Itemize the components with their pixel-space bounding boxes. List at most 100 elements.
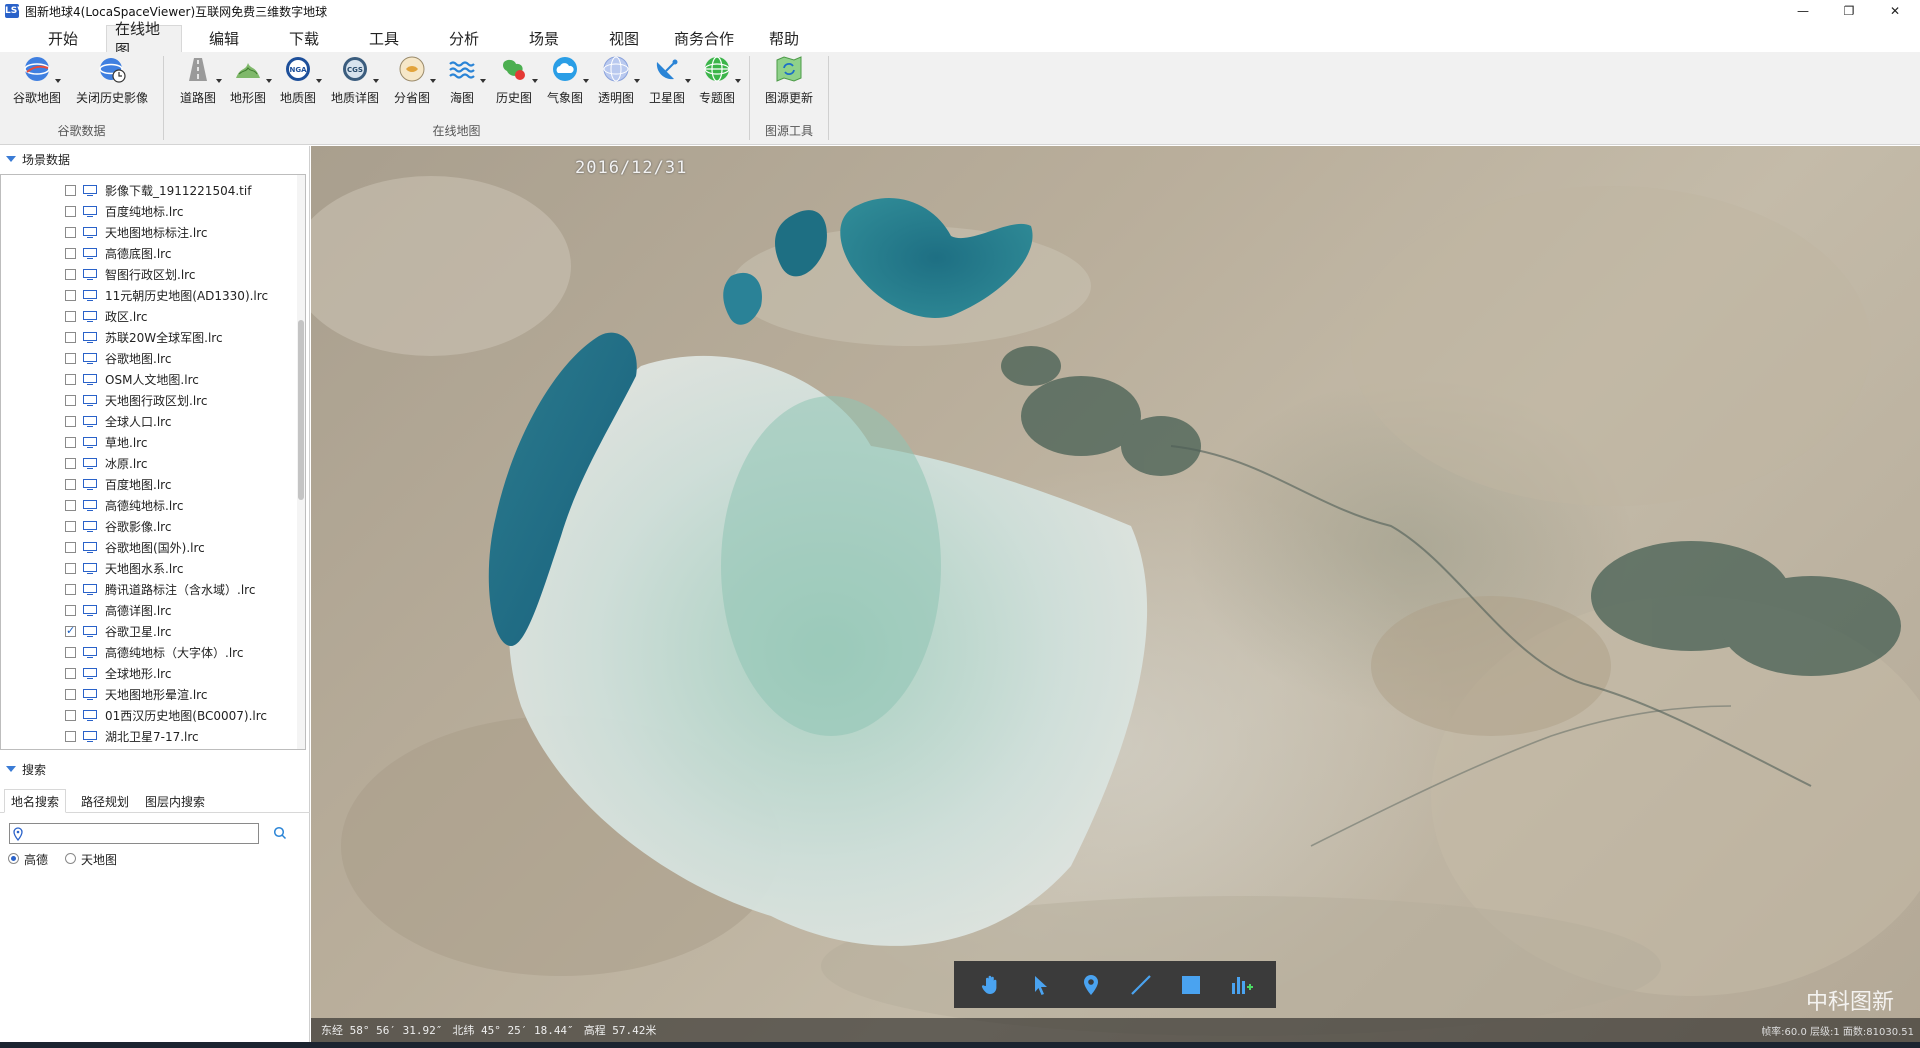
tab-layer-search[interactable]: 图层内搜索: [139, 789, 211, 813]
layer-item[interactable]: 01西汉历史地图(BC0007).lrc: [1, 705, 291, 726]
dropdown-caret-icon[interactable]: [430, 79, 436, 83]
map-source-update-button[interactable]: 图源更新: [763, 54, 815, 108]
map-viewport[interactable]: 2016/12/31 中科图新 东经 58° 56′ 31.92″ 北纬 45°…: [311, 146, 1920, 1042]
dropdown-caret-icon[interactable]: [55, 79, 61, 83]
layer-checkbox[interactable]: [65, 624, 76, 637]
dropdown-caret-icon[interactable]: [634, 79, 640, 83]
province-map-button[interactable]: 分省图: [392, 54, 436, 108]
select-button[interactable]: [1016, 961, 1066, 1008]
dropdown-caret-icon[interactable]: [266, 79, 272, 83]
layer-item[interactable]: 百度纯地标.lrc: [1, 201, 291, 222]
close-history-imagery-button[interactable]: 关闭历史影像: [74, 54, 150, 108]
layer-checkbox[interactable]: [65, 185, 76, 196]
layer-item[interactable]: 高德底图.lrc: [1, 243, 291, 264]
search-input[interactable]: [26, 825, 254, 842]
road-map-button[interactable]: 道路图: [178, 54, 222, 108]
layer-checkbox[interactable]: [65, 731, 76, 742]
search-icon[interactable]: [273, 826, 287, 840]
layer-checkbox[interactable]: [65, 710, 76, 721]
layer-item[interactable]: 谷歌卫星.lrc: [1, 621, 291, 642]
layer-checkbox[interactable]: [65, 374, 76, 385]
layer-item[interactable]: 天地图行政区划.lrc: [1, 390, 291, 411]
layer-item[interactable]: 高德纯地标.lrc: [1, 495, 291, 516]
layer-item[interactable]: 影像下载_1911221504.tif: [1, 180, 291, 201]
geology-detail-map-button[interactable]: CGS 地质详图: [329, 54, 381, 108]
layer-checkbox[interactable]: [65, 668, 76, 679]
satellite-map-button[interactable]: 卫星图: [647, 54, 691, 108]
layer-checkbox[interactable]: [65, 500, 76, 511]
dropdown-caret-icon[interactable]: [583, 79, 589, 83]
menu-tab-scene[interactable]: 场景: [521, 25, 567, 52]
add-chart-button[interactable]: [1216, 961, 1266, 1008]
layer-checkbox[interactable]: [65, 605, 76, 616]
layer-item[interactable]: 湖北卫星7-17.lrc: [1, 726, 291, 747]
close-button[interactable]: ✕: [1872, 0, 1918, 22]
menu-tab-tools[interactable]: 工具: [361, 25, 407, 52]
layer-checkbox[interactable]: [65, 227, 76, 238]
layer-item[interactable]: 高德纯地标（大字体）.lrc: [1, 642, 291, 663]
menu-tab-online-map[interactable]: 在线地图: [106, 20, 182, 59]
layer-item[interactable]: 腾讯道路标注（含水域）.lrc: [1, 579, 291, 600]
draw-rectangle-button[interactable]: [1166, 961, 1216, 1008]
layer-checkbox[interactable]: [65, 269, 76, 280]
layer-checkbox[interactable]: [65, 416, 76, 427]
layer-item[interactable]: 谷歌地图.lrc: [1, 348, 291, 369]
draw-line-button[interactable]: [1116, 961, 1166, 1008]
menu-tab-download[interactable]: 下载: [281, 25, 327, 52]
geology-map-button[interactable]: NGA 地质图: [278, 54, 322, 108]
layer-checkbox[interactable]: [65, 542, 76, 553]
scene-data-header[interactable]: 场景数据: [0, 148, 310, 170]
sea-chart-button[interactable]: 海图: [447, 54, 486, 108]
layer-checkbox[interactable]: [65, 647, 76, 658]
layer-item[interactable]: 天地图水系.lrc: [1, 558, 291, 579]
layer-item[interactable]: 百度地图.lrc: [1, 474, 291, 495]
minimize-button[interactable]: —: [1780, 0, 1826, 22]
layer-checkbox[interactable]: [65, 311, 76, 322]
source-radio-tianditu[interactable]: [65, 853, 76, 864]
layer-checkbox[interactable]: [65, 290, 76, 301]
layer-item[interactable]: 全球地形.lrc: [1, 663, 291, 684]
dropdown-caret-icon[interactable]: [532, 79, 538, 83]
menu-tab-edit[interactable]: 编辑: [201, 25, 247, 52]
dropdown-caret-icon[interactable]: [480, 79, 486, 83]
history-map-button[interactable]: 历史图: [494, 54, 538, 108]
layer-checkbox[interactable]: [65, 206, 76, 217]
layer-item[interactable]: 全球人口.lrc: [1, 411, 291, 432]
weather-map-button[interactable]: 气象图: [545, 54, 589, 108]
layer-checkbox[interactable]: [65, 479, 76, 490]
search-header[interactable]: 搜索: [0, 758, 310, 780]
layer-item[interactable]: 天地图地形晕渲.lrc: [1, 684, 291, 705]
dropdown-caret-icon[interactable]: [373, 79, 379, 83]
dropdown-caret-icon[interactable]: [216, 79, 222, 83]
google-map-button[interactable]: 谷歌地图: [12, 54, 62, 108]
layer-item[interactable]: OSM人文地图.lrc: [1, 369, 291, 390]
layer-item[interactable]: 草地.lrc: [1, 432, 291, 453]
layer-checkbox[interactable]: [65, 332, 76, 343]
layer-item[interactable]: 政区.lrc: [1, 306, 291, 327]
layer-checkbox[interactable]: [65, 353, 76, 364]
place-marker-button[interactable]: [1066, 961, 1116, 1008]
scrollbar-thumb[interactable]: [298, 320, 304, 500]
layer-scrollbar[interactable]: [297, 175, 305, 749]
layer-item[interactable]: 高德详图.lrc: [1, 600, 291, 621]
tab-place-search[interactable]: 地名搜索: [4, 789, 67, 813]
menu-tab-start[interactable]: 开始: [40, 25, 86, 52]
menu-tab-business[interactable]: 商务合作: [666, 25, 742, 52]
layer-checkbox[interactable]: [65, 395, 76, 406]
terrain-map-button[interactable]: 地形图: [228, 54, 272, 108]
layer-checkbox[interactable]: [65, 437, 76, 448]
layer-item[interactable]: 冰原.lrc: [1, 453, 291, 474]
layer-tree[interactable]: 影像下载_1911221504.tif 百度纯地标.lrc 天地图地标标注.lrc 高…: [0, 174, 306, 750]
layer-checkbox[interactable]: [65, 521, 76, 532]
thematic-map-button[interactable]: 专题图: [697, 54, 741, 108]
restore-button[interactable]: ❐: [1826, 0, 1872, 22]
dropdown-caret-icon[interactable]: [735, 79, 741, 83]
pan-button[interactable]: [966, 961, 1016, 1008]
tab-route-planning[interactable]: 路径规划: [75, 789, 135, 813]
layer-item[interactable]: 谷歌影像.lrc: [1, 516, 291, 537]
menu-tab-help[interactable]: 帮助: [761, 25, 807, 52]
layer-item[interactable]: 苏联20W全球军图.lrc: [1, 327, 291, 348]
layer-item[interactable]: 智图行政区划.lrc: [1, 264, 291, 285]
layer-checkbox[interactable]: [65, 563, 76, 574]
menu-tab-view[interactable]: 视图: [601, 25, 647, 52]
